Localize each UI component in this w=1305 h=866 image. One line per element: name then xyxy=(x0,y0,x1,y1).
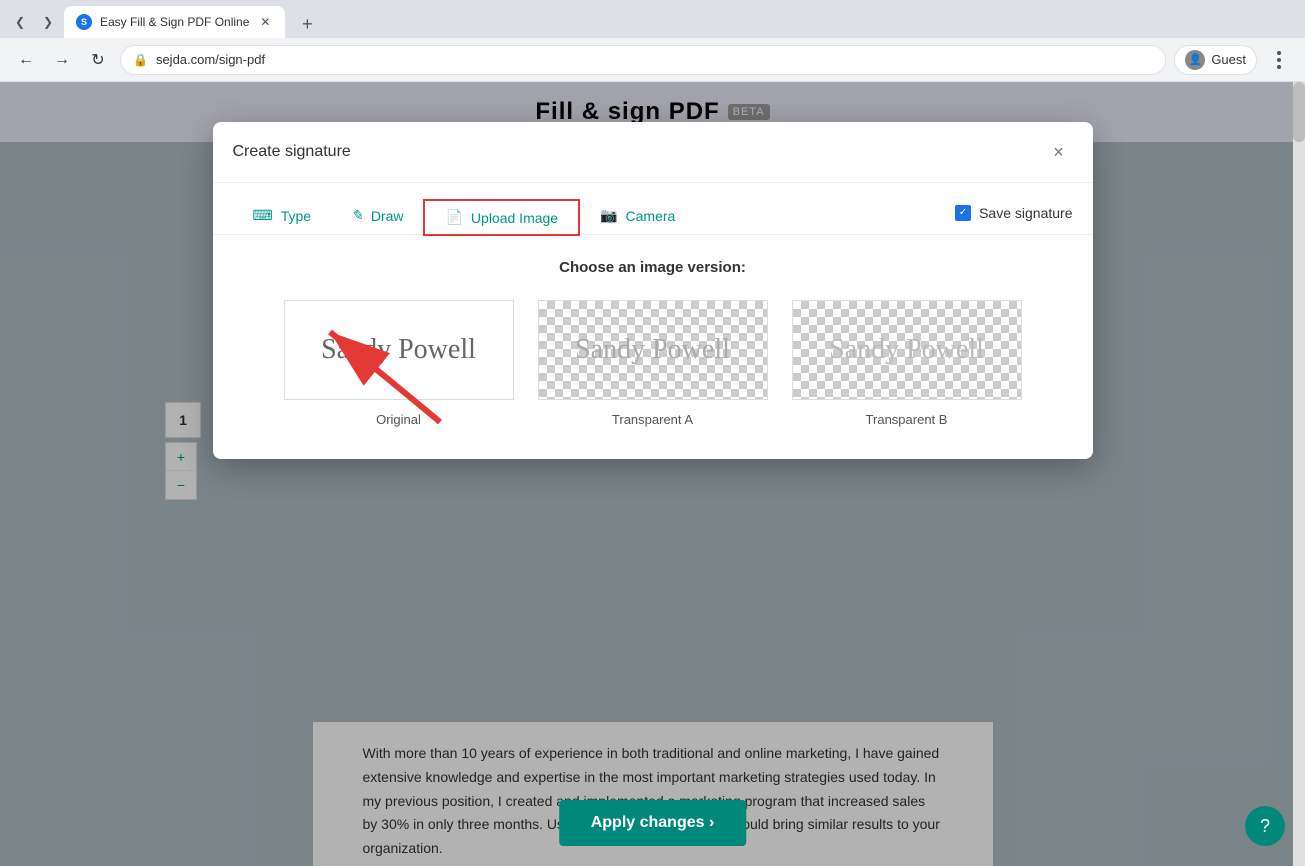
type-tab-label: Type xyxy=(281,208,311,224)
active-tab[interactable]: S Easy Fill & Sign PDF Online ✕ xyxy=(64,6,285,38)
apply-changes-container: Apply changes › xyxy=(559,800,747,846)
menu-dot xyxy=(1277,58,1281,62)
user-avatar-icon: 👤 xyxy=(1185,50,1205,70)
new-tab-button[interactable]: + xyxy=(293,10,321,38)
save-signature-area: ✓ Save signature xyxy=(955,205,1072,229)
address-lock-icon: 🔒 xyxy=(133,53,148,67)
forward-button[interactable]: → xyxy=(48,46,76,74)
nav-bar: ← → ↻ 🔒 sejda.com/sign-pdf 👤 Guest xyxy=(0,38,1305,82)
back-button[interactable]: ← xyxy=(12,46,40,74)
user-label: Guest xyxy=(1211,52,1246,67)
image-option-transparent-b[interactable]: Sandy Powell Transparent B xyxy=(792,300,1022,427)
transparent-a-preview: Sandy Powell xyxy=(538,300,768,400)
dialog-tabs: ⌨ Type ✎ Draw 📄 Upload Image 📷 Camera xyxy=(213,183,1093,234)
tab-close-button[interactable]: ✕ xyxy=(257,14,273,30)
camera-tab-icon: 📷 xyxy=(600,207,617,224)
scrollbar-thumb[interactable] xyxy=(1293,82,1305,142)
page-content: Fill & sign PDF BETA 1 + − With more tha… xyxy=(0,82,1305,866)
apply-changes-button[interactable]: Apply changes › xyxy=(559,800,747,846)
upload-tab-label: Upload Image xyxy=(471,210,558,226)
refresh-button[interactable]: ↻ xyxy=(84,46,112,74)
transparent-a-signature-text: Sandy Powell xyxy=(575,334,730,366)
dialog-overlay: Create signature × ⌨ Type ✎ Draw 📄 xyxy=(0,82,1305,866)
tab-favicon: S xyxy=(76,14,92,30)
dialog-body: Choose an image version: Sandy Powell Or… xyxy=(213,235,1093,459)
save-signature-checkbox[interactable]: ✓ xyxy=(955,205,971,221)
address-text: sejda.com/sign-pdf xyxy=(156,52,1153,67)
menu-dot xyxy=(1277,65,1281,69)
tab-type[interactable]: ⌨ Type xyxy=(233,199,332,234)
tab-scroll-right[interactable]: ❯ xyxy=(36,6,60,38)
tab-camera[interactable]: 📷 Camera xyxy=(580,199,695,234)
original-preview: Sandy Powell xyxy=(284,300,514,400)
transparent-a-label: Transparent A xyxy=(612,412,693,427)
scrollbar[interactable] xyxy=(1293,82,1305,866)
browser-frame: ❮ ❯ S Easy Fill & Sign PDF Online ✕ + ← … xyxy=(0,0,1305,866)
user-button[interactable]: 👤 Guest xyxy=(1174,45,1257,75)
choose-version-label: Choose an image version: xyxy=(245,259,1061,276)
type-tab-icon: ⌨ xyxy=(253,207,273,224)
original-label: Original xyxy=(376,412,421,427)
menu-dot xyxy=(1277,51,1281,55)
save-signature-label: Save signature xyxy=(979,205,1072,221)
draw-tab-icon: ✎ xyxy=(351,207,363,224)
tab-upload-image[interactable]: 📄 Upload Image xyxy=(423,199,580,236)
camera-tab-label: Camera xyxy=(626,208,676,224)
dialog-header: Create signature × xyxy=(213,122,1093,183)
help-button[interactable]: ? xyxy=(1245,806,1285,846)
tab-scroll-left[interactable]: ❮ xyxy=(8,6,32,38)
transparent-b-signature-text: Sandy Powell xyxy=(829,334,984,366)
transparent-b-preview: Sandy Powell xyxy=(792,300,1022,400)
tab-draw[interactable]: ✎ Draw xyxy=(331,199,423,234)
address-bar[interactable]: 🔒 sejda.com/sign-pdf xyxy=(120,45,1166,75)
browser-menu-button[interactable] xyxy=(1265,46,1293,74)
transparent-b-label: Transparent B xyxy=(866,412,948,427)
tab-title: Easy Fill & Sign PDF Online xyxy=(100,15,249,29)
image-option-transparent-a[interactable]: Sandy Powell Transparent A xyxy=(538,300,768,427)
tab-bar: ❮ ❯ S Easy Fill & Sign PDF Online ✕ + xyxy=(0,0,1305,38)
upload-tab-icon: 📄 xyxy=(445,209,462,226)
draw-tab-label: Draw xyxy=(371,208,404,224)
original-signature-text: Sandy Powell xyxy=(321,334,476,366)
image-options: Sandy Powell Original Sandy Powell Trans… xyxy=(245,300,1061,427)
create-signature-dialog: Create signature × ⌨ Type ✎ Draw 📄 xyxy=(213,122,1093,459)
dialog-title: Create signature xyxy=(233,143,351,161)
image-option-original[interactable]: Sandy Powell Original xyxy=(284,300,514,427)
dialog-close-button[interactable]: × xyxy=(1045,138,1073,166)
